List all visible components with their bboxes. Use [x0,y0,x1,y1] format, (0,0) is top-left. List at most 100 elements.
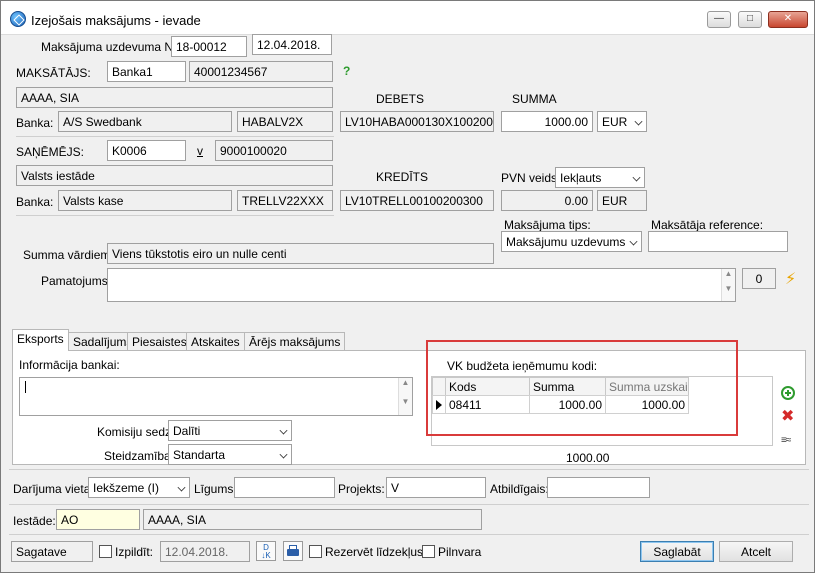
amount-label: SUMMA [512,92,557,106]
payee-label: SAŅĒMĒJS: [16,145,85,159]
payer-swift: HABALV2X [237,111,333,132]
vat-type-value: Iekļauts [560,171,602,185]
payee-name: Valsts iestāde [16,165,333,186]
chevron-down-icon [279,450,288,459]
words-field: Viens tūkstotis eiro un nulle centi [107,243,494,264]
execute-label: Izpildīt: [115,545,154,559]
chevron-down-icon [629,237,638,246]
payer-code-field[interactable]: Banka1 [107,61,186,82]
vat-type-select[interactable]: Iekļauts [555,167,645,188]
urgency-select[interactable]: Standarta [168,444,292,465]
deal-place-value: Iekšzeme (I) [93,481,160,495]
payment-type-select[interactable]: Maksājumu uzdevums [501,231,642,252]
order-no-field[interactable]: 18-00012 [171,36,247,57]
payee-reg-no: 9000100020 [215,140,333,161]
institution-code-field[interactable]: AO [56,509,140,530]
delete-row-icon[interactable]: ✖ [781,409,794,425]
lightning-icon[interactable]: ⚡ [785,269,796,289]
basis-counter: 0 [742,268,776,289]
scroll-up-icon[interactable]: ▲ [722,269,735,278]
order-date-field[interactable]: 12.04.2018. [252,34,332,55]
app-icon [10,11,26,27]
payer-bank: A/S Swedbank [58,111,232,132]
responsible-field[interactable] [547,477,650,498]
add-row-icon[interactable] [781,386,795,400]
chevron-down-icon [632,173,641,182]
execute-checkbox[interactable] [99,545,112,558]
payer-reference-field[interactable] [648,231,788,252]
payee-code-field[interactable]: K0006 [107,140,186,161]
scroll-down-icon[interactable]: ▼ [399,397,412,406]
institution-name: AAAA, SIA [143,509,482,530]
minimize-button[interactable]: — [707,11,731,28]
payer-name: AAAA, SIA [16,87,333,108]
order-no-label: Maksājuma uzdevuma Nr. [41,40,180,54]
vat-currency: EUR [597,190,647,211]
credit-label: KREDĪTS [376,170,429,184]
project-label: Projekts: [338,482,385,496]
divider [9,504,809,505]
chevron-down-icon [634,117,643,126]
project-field[interactable]: V [386,477,486,498]
payee-bank-label: Banka: [16,195,54,209]
title-bar: Izejošais maksājums - ievade — □ ✕ [1,1,814,35]
contract-field[interactable] [234,477,335,498]
save-button[interactable]: Saglabāt [640,541,714,562]
vat-label: PVN veids: [501,171,561,185]
scroll-down-icon[interactable]: ▼ [722,284,735,293]
chevron-down-icon [177,483,186,492]
debit-account: LV10HABA000130X100200 [340,111,494,132]
urgency-label: Steidzamība: [104,449,175,463]
divider [16,136,334,137]
commission-select[interactable]: Dalīti [168,420,292,441]
tab-arejs-maksajums[interactable]: Ārējs maksājums [244,332,346,351]
words-label: Summa vārdiem: [23,248,114,262]
payment-type-label: Maksājuma tips: [504,218,591,232]
responsible-label: Atbildīgais: [490,482,549,496]
status-field: Sagatave [11,541,93,562]
debit-label: DEBETS [376,92,425,106]
deal-place-label: Darījuma vieta: [13,482,94,496]
column-settings-icon[interactable]: ≡≈ [781,435,791,446]
payer-reg-no: 40001234567 [189,61,333,82]
currency-select[interactable]: EUR [597,111,647,132]
execute-date-field: 12.04.2018. [160,541,250,562]
bank-info-scrollbar[interactable]: ▲ ▼ [398,378,412,415]
payee-bank: Valsts kase [58,190,232,211]
print-icon[interactable] [283,541,303,561]
help-icon[interactable]: ? [343,64,350,78]
cancel-button[interactable]: Atcelt [719,541,793,562]
payer-bank-label: Banka: [16,116,54,130]
close-button[interactable]: ✕ [768,11,808,28]
highlight-frame [426,340,738,436]
credit-account: LV10TRELL00100200300 [340,190,494,211]
bank-info-label: Informācija bankai: [19,358,120,372]
commission-label: Komisiju sedz: [97,425,175,439]
scroll-up-icon[interactable]: ▲ [399,378,412,387]
power-of-attorney-label: Pilnvara [438,545,482,559]
power-of-attorney-checkbox[interactable] [422,545,435,558]
contract-label: Līgums: [194,482,237,496]
tab-eksports[interactable]: Eksports [12,329,69,351]
bank-info-field[interactable]: ▲ ▼ [19,377,413,416]
basis-scrollbar[interactable]: ▲ ▼ [721,269,735,301]
commission-value: Dalīti [173,424,201,438]
basis-field[interactable]: ▲ ▼ [107,268,736,302]
chevron-down-icon [279,426,288,435]
tab-piesaistes[interactable]: Piesaistes [127,332,192,351]
payer-reference-label: Maksātāja reference: [651,218,764,232]
tab-atskaites[interactable]: Atskaites [186,332,245,351]
deal-place-select[interactable]: Iekšzeme (I) [88,477,190,498]
maximize-button[interactable]: □ [738,11,762,28]
reserve-funds-checkbox[interactable] [309,545,322,558]
amount-field[interactable]: 1000.00 [501,111,593,132]
window: Izejošais maksājums - ievade — □ ✕ Maksā… [0,0,815,573]
divider [9,469,809,470]
debit-credit-icon[interactable]: D ↓K [256,541,276,561]
vat-amount: 0.00 [501,190,593,211]
payee-link[interactable]: v [197,144,203,158]
basis-label: Pamatojums: [41,274,112,288]
text-cursor [25,381,26,393]
vk-total: 1000.00 [566,451,610,465]
divider [9,534,809,535]
